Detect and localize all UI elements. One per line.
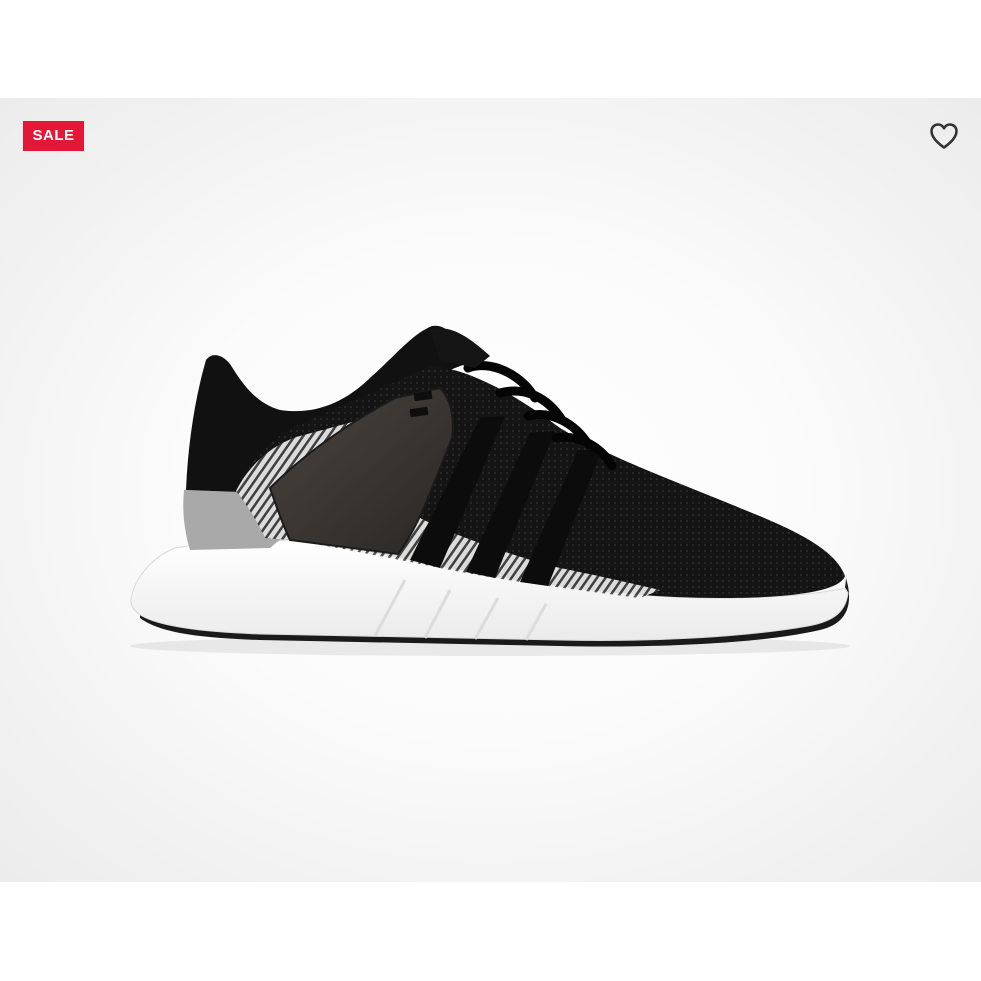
heart-outline-icon (930, 123, 958, 149)
sale-badge-label: SALE (32, 127, 75, 144)
sale-badge: SALE (23, 121, 84, 151)
product-image-viewer: SALE (0, 98, 981, 882)
product-image[interactable] (0, 98, 981, 882)
favorite-button[interactable] (924, 116, 964, 156)
